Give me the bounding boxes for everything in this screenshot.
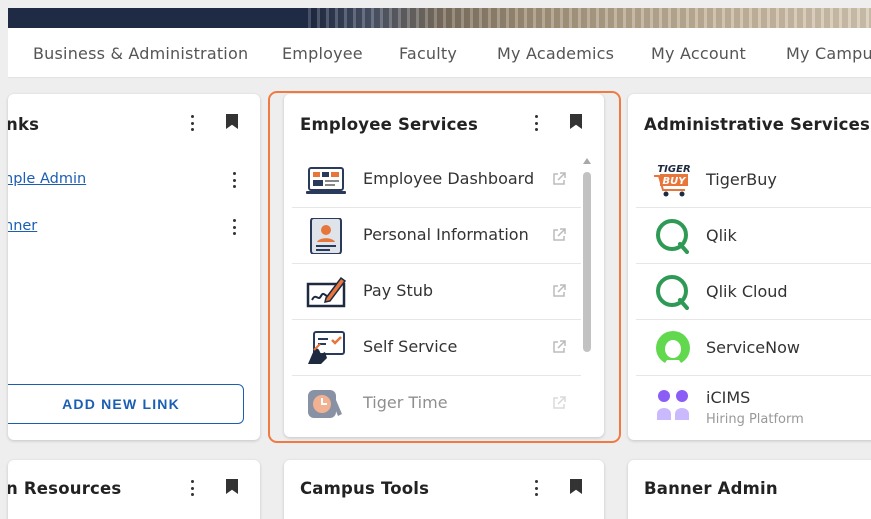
- bookmark-icon[interactable]: [570, 479, 582, 494]
- kebab-menu-icon[interactable]: [528, 479, 544, 497]
- check-sign-icon: [306, 276, 346, 308]
- service-servicenow[interactable]: ServiceNow: [636, 320, 871, 376]
- service-personal-information[interactable]: Personal Information: [292, 208, 581, 264]
- link-banner[interactable]: nner: [8, 218, 37, 234]
- external-link-icon[interactable]: [551, 339, 567, 355]
- link-kebab-icon[interactable]: [226, 218, 242, 236]
- link-kebab-icon[interactable]: [226, 171, 242, 189]
- service-tiger-time[interactable]: Tiger Time: [292, 376, 581, 432]
- external-link-icon[interactable]: [551, 171, 567, 187]
- tigerbuy-logo: TIGER BUY: [654, 164, 691, 197]
- servicenow-logo: [656, 331, 690, 366]
- id-card-icon: [310, 218, 342, 254]
- tigerbuy-logo-text-top: TIGER: [657, 164, 690, 175]
- nav-employee[interactable]: Employee: [282, 44, 363, 63]
- scroll-up-icon[interactable]: [583, 158, 591, 164]
- external-link-icon[interactable]: [551, 227, 567, 243]
- service-sublabel: Hiring Platform: [706, 412, 804, 427]
- service-pay-stub[interactable]: Pay Stub: [292, 264, 581, 320]
- administrative-services-card: Administrative Services TIGER BUY TigerB…: [628, 94, 871, 440]
- nav-my-account[interactable]: My Account: [651, 44, 746, 63]
- service-icims[interactable]: iCIMS Hiring Platform: [636, 376, 871, 432]
- service-label: iCIMS: [706, 388, 751, 407]
- service-employee-dashboard[interactable]: Employee Dashboard: [292, 152, 581, 208]
- service-qlik[interactable]: Qlik: [636, 208, 871, 264]
- bookmark-icon[interactable]: [226, 479, 238, 494]
- service-self-service[interactable]: Self Service: [292, 320, 581, 376]
- icims-logo: [657, 390, 689, 420]
- kebab-menu-icon[interactable]: [184, 479, 200, 497]
- nav-business-administration[interactable]: Business & Administration: [33, 44, 248, 63]
- tigerbuy-logo-text-bottom: BUY: [663, 176, 688, 187]
- qlik-logo: [656, 275, 689, 310]
- bookmark-icon[interactable]: [570, 114, 582, 129]
- dashboard-icon: [306, 167, 346, 194]
- touch-screen-icon: [308, 331, 345, 364]
- campus-tools-title: Campus Tools: [300, 479, 430, 498]
- external-link-icon[interactable]: [551, 395, 567, 411]
- nav-faculty[interactable]: Faculty: [399, 44, 457, 63]
- service-label: Qlik: [706, 226, 737, 245]
- service-label: Pay Stub: [363, 281, 434, 300]
- nav-my-academics[interactable]: My Academics: [497, 44, 614, 63]
- employee-services-title: Employee Services: [300, 115, 478, 134]
- service-label: Self Service: [363, 337, 458, 356]
- employee-services-card: Employee Services Employee Dashboard Per…: [284, 94, 604, 437]
- service-label: ServiceNow: [706, 338, 800, 357]
- qlik-logo: [656, 219, 689, 254]
- header-banner: [8, 8, 871, 28]
- administrative-services-title: Administrative Services: [644, 115, 871, 134]
- quick-links-title: nks: [8, 115, 40, 134]
- banner-image: [308, 8, 871, 28]
- quick-links-card: nks nple Admin nner ADD NEW LINK: [8, 94, 260, 440]
- banner-admin-title: Banner Admin: [644, 479, 778, 498]
- add-new-link-button[interactable]: ADD NEW LINK: [8, 384, 244, 424]
- services-scrollbar[interactable]: [581, 158, 593, 437]
- campus-tools-card: Campus Tools: [284, 460, 604, 519]
- bookmark-icon[interactable]: [226, 114, 238, 129]
- human-resources-title: n Resources: [8, 479, 122, 498]
- top-nav: Business & Administration Employee Facul…: [8, 28, 871, 78]
- service-label: Tiger Time: [363, 393, 448, 412]
- human-resources-card: n Resources: [8, 460, 260, 519]
- external-link-icon[interactable]: [551, 283, 567, 299]
- service-label: TigerBuy: [706, 170, 777, 189]
- service-label: Employee Dashboard: [363, 169, 535, 188]
- service-label: Qlik Cloud: [706, 282, 788, 301]
- service-tigerbuy[interactable]: TIGER BUY TigerBuy: [636, 152, 871, 208]
- scrollbar-thumb[interactable]: [583, 172, 591, 352]
- kebab-menu-icon[interactable]: [184, 114, 200, 132]
- service-qlik-cloud[interactable]: Qlik Cloud: [636, 264, 871, 320]
- clock-icon: [308, 390, 342, 418]
- link-sample-admin[interactable]: nple Admin: [8, 171, 86, 187]
- banner-admin-card: Banner Admin: [628, 460, 871, 519]
- nav-my-campus[interactable]: My Campus: [786, 44, 871, 63]
- kebab-menu-icon[interactable]: [528, 114, 544, 132]
- service-label: Personal Information: [363, 225, 529, 244]
